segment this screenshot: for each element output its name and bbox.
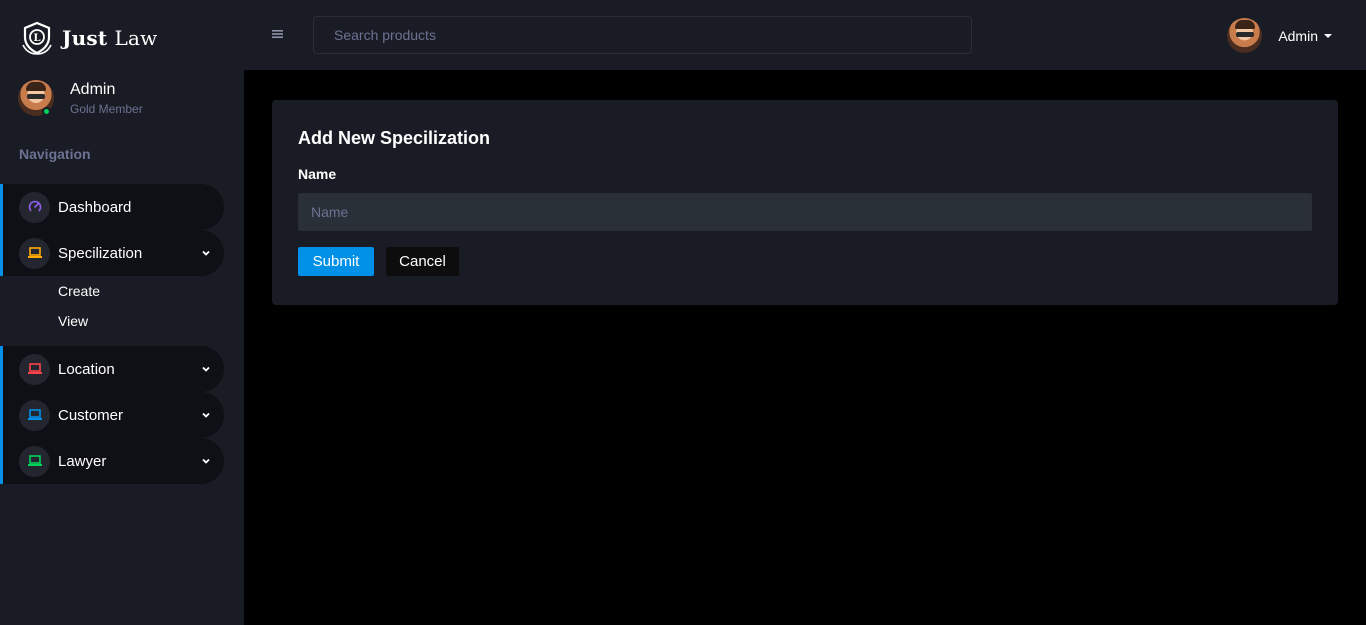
svg-text:L: L	[33, 33, 40, 44]
sidebar-item-location[interactable]: Location	[0, 346, 224, 392]
specilization-form-card: Add New Specilization Name Submit Cancel	[272, 100, 1338, 305]
search-input[interactable]	[313, 16, 972, 54]
sidebar-item-label: Lawyer	[58, 452, 107, 470]
sidebar-item-label: Location	[58, 360, 115, 378]
chevron-down-icon	[202, 366, 210, 372]
chevron-down-icon	[202, 458, 210, 464]
user-menu[interactable]: Admin	[1227, 18, 1332, 53]
sidebar: L Just Law Admin Gold Member Navigation …	[0, 0, 244, 625]
sidebar-item-customer[interactable]: Customer	[0, 392, 224, 438]
laptop-icon	[19, 237, 50, 269]
sidebar-profile[interactable]: Admin Gold Member	[18, 80, 143, 116]
speedometer-icon	[19, 191, 50, 223]
name-input[interactable]	[298, 193, 1312, 231]
card-title: Add New Specilization	[298, 128, 491, 148]
online-status-icon	[42, 107, 51, 116]
laptop-icon	[19, 353, 50, 385]
nav-list: Dashboard Specilization Create View Loca…	[0, 184, 244, 484]
app: L Just Law Admin Gold Member Navigation …	[0, 0, 1366, 625]
profile-role: Gold Member	[70, 101, 143, 116]
submenu-item-create[interactable]: Create	[58, 282, 244, 312]
user-name: Admin	[1278, 27, 1318, 44]
chevron-down-icon	[202, 250, 210, 256]
brand-name: Just Law	[62, 26, 158, 50]
submit-button[interactable]: Submit	[298, 247, 374, 276]
topbar: Admin	[244, 0, 1366, 70]
brand[interactable]: L Just Law	[20, 20, 157, 56]
specilization-submenu: Create View	[0, 276, 244, 346]
sidebar-item-label: Specilization	[58, 244, 143, 262]
sidebar-item-dashboard[interactable]: Dashboard	[0, 184, 224, 230]
laptop-icon	[19, 399, 50, 431]
cancel-button[interactable]: Cancel	[386, 247, 459, 276]
sidebar-item-lawyer[interactable]: Lawyer	[0, 438, 224, 484]
submenu-item-view[interactable]: View	[58, 312, 244, 342]
sidebar-item-label: Customer	[58, 406, 124, 424]
avatar	[1227, 18, 1263, 53]
profile-name: Admin	[70, 80, 116, 98]
nav-heading: Navigation	[19, 146, 91, 162]
laptop-icon	[19, 445, 50, 477]
sidebar-item-specilization[interactable]: Specilization	[0, 230, 224, 276]
sidebar-item-label: Dashboard	[58, 198, 132, 216]
chevron-down-icon	[202, 412, 210, 418]
name-label: Name	[298, 166, 337, 182]
caret-down-icon	[1324, 33, 1332, 38]
law-shield-logo-icon: L	[22, 21, 52, 55]
hamburger-menu-icon[interactable]	[271, 27, 285, 41]
